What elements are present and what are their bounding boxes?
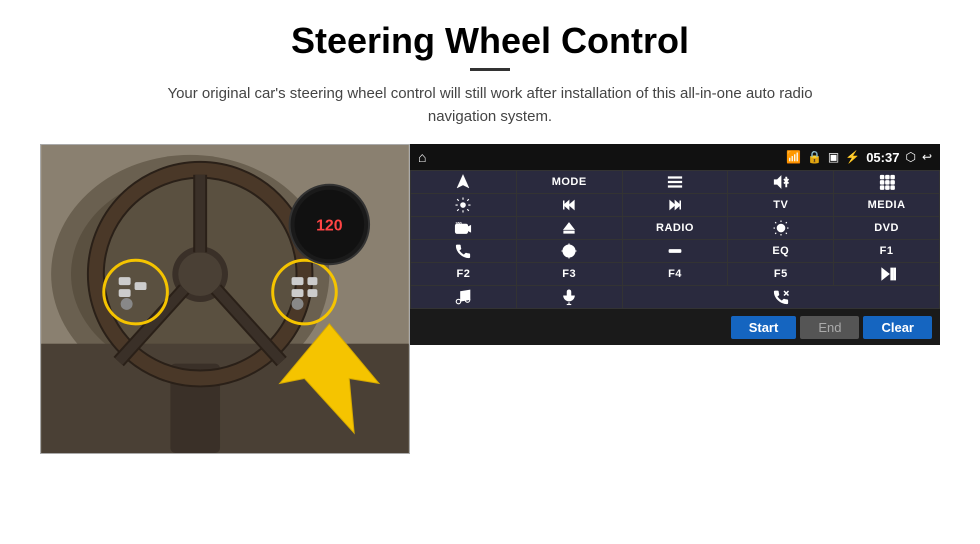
end-button[interactable]: End <box>800 316 859 339</box>
nav-button[interactable] <box>411 171 516 193</box>
bt-icon: ⚡ <box>845 150 860 164</box>
status-time: 05:37 <box>866 150 899 165</box>
next-button[interactable] <box>623 194 728 216</box>
mode-button[interactable]: MODE <box>517 171 622 193</box>
call-end-button[interactable] <box>623 286 939 308</box>
eject-button[interactable] <box>517 217 622 239</box>
phone-button[interactable] <box>411 240 516 262</box>
minimize-button[interactable] <box>623 240 728 262</box>
control-panel-wrapper: ⌂ 📶 🔒 ▣ ⚡ 05:37 ⬡ ↩ MODE <box>410 144 940 345</box>
f2-button[interactable]: F2 <box>411 263 516 285</box>
play-pause-button[interactable] <box>834 263 939 285</box>
f3-button[interactable]: F3 <box>517 263 622 285</box>
home-icon: ⌂ <box>418 149 426 165</box>
apps-button[interactable] <box>834 171 939 193</box>
mute-button[interactable] <box>728 171 833 193</box>
wifi-icon: 📶 <box>786 150 801 164</box>
f1-button[interactable]: F1 <box>834 240 939 262</box>
eq-button[interactable]: EQ <box>728 240 833 262</box>
start-button[interactable]: Start <box>731 316 797 339</box>
f5-button[interactable]: F5 <box>728 263 833 285</box>
gps-button[interactable] <box>517 240 622 262</box>
cam360-button[interactable]: 360 <box>411 217 516 239</box>
settings-button[interactable] <box>411 194 516 216</box>
f4-button[interactable]: F4 <box>623 263 728 285</box>
svg-text:120: 120 <box>316 217 343 234</box>
steering-wheel-image: 120 <box>40 144 410 454</box>
lock-icon: 🔒 <box>807 150 822 164</box>
title-divider <box>470 68 510 71</box>
bottom-buttons: Start End Clear <box>410 309 940 345</box>
sd-icon: ▣ <box>828 150 839 164</box>
menu-button[interactable] <box>623 171 728 193</box>
mic-button[interactable] <box>517 286 622 308</box>
dvd-button[interactable]: DVD <box>834 217 939 239</box>
tv-button[interactable]: TV <box>728 194 833 216</box>
music-button[interactable] <box>411 286 516 308</box>
status-bar: ⌂ 📶 🔒 ▣ ⚡ 05:37 ⬡ ↩ <box>410 144 940 170</box>
svg-text:360: 360 <box>456 221 462 225</box>
content-area: 120 ⌂ 📶 🔒 ▣ ⚡ 05:37 ⬡ ↩ <box>40 144 940 454</box>
page-subtitle: Your original car's steering wheel contr… <box>140 83 840 128</box>
back-icon: ↩ <box>922 150 932 164</box>
radio-button[interactable]: RADIO <box>623 217 728 239</box>
panel-grid: MODE TV <box>410 170 940 309</box>
brightness-button[interactable] <box>728 217 833 239</box>
prev-button[interactable] <box>517 194 622 216</box>
clear-button[interactable]: Clear <box>863 316 932 339</box>
page-title: Steering Wheel Control <box>291 20 689 62</box>
media-button[interactable]: MEDIA <box>834 194 939 216</box>
status-right: 📶 🔒 ▣ ⚡ 05:37 ⬡ ↩ <box>786 150 932 165</box>
cast-icon: ⬡ <box>905 150 915 164</box>
